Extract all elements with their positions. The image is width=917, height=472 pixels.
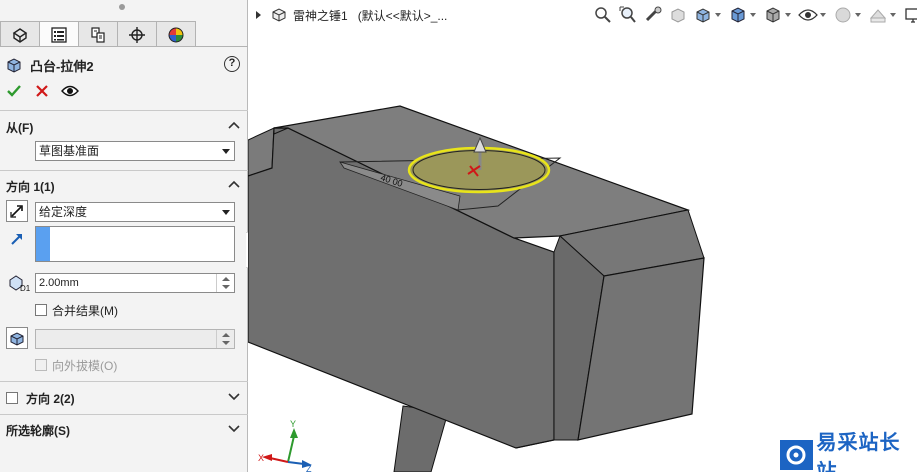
depth-value: 2.00mm	[39, 277, 79, 289]
chevron-up-icon	[228, 180, 240, 188]
heads-up-view-toolbar	[592, 4, 917, 26]
direction2-label: 方向 2(2)	[26, 391, 75, 406]
reverse-direction-button[interactable]	[6, 200, 28, 222]
watermark-logo-icon	[780, 439, 813, 470]
selected-contours-section-header[interactable]: 所选轮廓(S)	[6, 421, 244, 439]
panel-grip[interactable]	[0, 0, 247, 14]
property-list-icon	[51, 26, 67, 43]
manager-tabs	[0, 21, 196, 47]
end-condition-select[interactable]: 给定深度	[35, 202, 235, 222]
draft-angle-spinner[interactable]	[216, 330, 234, 348]
feature-tree-flyout[interactable]: 雷神之锤1 (默认<<默认>_...	[256, 6, 447, 24]
scene-dropdown[interactable]	[890, 13, 896, 17]
draft-angle-input[interactable]	[35, 329, 235, 349]
from-section-header[interactable]: 从(F)	[6, 118, 244, 136]
detailed-preview-button[interactable]	[60, 81, 80, 101]
graphics-viewport[interactable]: 40 00 Y X Z	[248, 0, 917, 472]
direction1-section-header[interactable]: 方向 1(1)	[6, 177, 244, 195]
view-orientation-button[interactable]	[727, 4, 749, 26]
svg-text:D1: D1	[20, 284, 30, 292]
watermark: 易采站长站	[780, 432, 917, 472]
display-style-dropdown[interactable]	[785, 13, 791, 17]
chevron-down-icon	[228, 425, 240, 433]
tab-dimxpert-manager[interactable]	[117, 21, 157, 47]
triad-z-label: Z	[306, 464, 312, 472]
hide-show-dropdown[interactable]	[820, 13, 826, 17]
zoom-to-area-button[interactable]	[617, 4, 639, 26]
ok-button[interactable]	[4, 81, 24, 101]
direction-selection-box[interactable]	[35, 226, 235, 262]
selected-contours-label: 所选轮廓(S)	[6, 423, 70, 438]
chevron-up-icon	[228, 121, 240, 129]
appearance-ball-icon	[168, 27, 184, 42]
tab-feature-manager[interactable]	[0, 21, 40, 47]
previous-view-icon	[645, 6, 662, 22]
annotation-cube-icon	[696, 8, 710, 23]
merge-result-label: 合并结果(M)	[52, 303, 118, 318]
cancel-button[interactable]	[32, 81, 52, 101]
section-view-icon	[671, 8, 685, 23]
annotation-dropdown[interactable]	[715, 13, 721, 17]
feature-header: 凸台-拉伸2 ?	[6, 55, 242, 75]
view-orientation-icon	[731, 7, 745, 23]
eye-icon	[798, 9, 818, 21]
draft-outward-label: 向外拔模(O)	[52, 358, 118, 373]
previous-view-button[interactable]	[642, 4, 664, 26]
tab-configuration-manager[interactable]	[78, 21, 118, 47]
depth-spinner[interactable]	[216, 274, 234, 292]
section-view-button[interactable]	[667, 4, 689, 26]
edit-appearance-button[interactable]	[832, 4, 854, 26]
crosshair-icon	[129, 26, 145, 43]
help-icon[interactable]: ?	[224, 56, 240, 72]
close-icon	[36, 85, 48, 97]
watermark-text: 易采站长站	[816, 431, 901, 472]
boss-extrude-icon	[7, 58, 21, 73]
depth-dimension-icon: D1	[8, 272, 31, 295]
configuration-icon	[91, 26, 105, 43]
start-condition-value: 草图基准面	[39, 144, 100, 158]
direction-vector-icon	[10, 232, 24, 249]
start-condition-select[interactable]: 草图基准面	[35, 141, 235, 161]
part-icon	[272, 8, 286, 22]
monitor-icon	[905, 8, 917, 23]
zoom-area-icon	[619, 6, 636, 23]
draft-outward-checkbox[interactable]: 向外拔模(O)	[35, 357, 117, 373]
scene-icon	[869, 9, 887, 23]
expand-arrow-icon[interactable]	[256, 11, 261, 19]
dynamic-annotation-button[interactable]	[692, 4, 714, 26]
draft-toggle-button[interactable]	[6, 327, 28, 349]
zoom-to-fit-button[interactable]	[592, 4, 614, 26]
display-style-button[interactable]	[762, 4, 784, 26]
hide-show-items-button[interactable]	[797, 4, 819, 26]
configuration-name: (默认<<默认>_...	[357, 8, 448, 23]
chevron-down-icon	[228, 393, 240, 401]
direction2-section-header[interactable]: 方向 2(2)	[6, 389, 244, 407]
checkmark-icon	[7, 85, 21, 97]
feature-title: 凸台-拉伸2	[30, 58, 94, 74]
depth-input[interactable]: 2.00mm	[35, 273, 235, 293]
action-buttons	[4, 81, 80, 101]
display-style-icon	[766, 7, 780, 23]
from-section-label: 从(F)	[6, 120, 34, 135]
zoom-fit-icon	[595, 7, 611, 23]
appearance-dropdown[interactable]	[855, 13, 861, 17]
property-manager-panel: 凸台-拉伸2 ? 从(F) 草图基准面 方向 1(1) 给定深度 D1 2.00…	[0, 0, 248, 472]
draft-icon	[10, 332, 24, 346]
orientation-dropdown[interactable]	[750, 13, 756, 17]
reverse-direction-icon	[10, 205, 23, 218]
direction2-checkbox[interactable]	[6, 392, 18, 404]
tab-property-manager[interactable]	[39, 21, 79, 47]
direction1-label: 方向 1(1)	[6, 179, 55, 194]
appearance-icon	[835, 7, 851, 23]
eye-icon	[61, 85, 79, 97]
merge-result-checkbox[interactable]: 合并结果(M)	[35, 302, 118, 318]
tab-display-manager[interactable]	[156, 21, 196, 47]
triad-x-label: X	[258, 453, 264, 463]
apply-scene-button[interactable]	[867, 4, 889, 26]
triad-y-label: Y	[290, 419, 296, 429]
document-name: 雷神之锤1	[293, 8, 348, 23]
view-settings-button[interactable]	[902, 4, 917, 26]
end-condition-value: 给定深度	[39, 205, 88, 219]
feature-tree-icon	[12, 27, 28, 43]
